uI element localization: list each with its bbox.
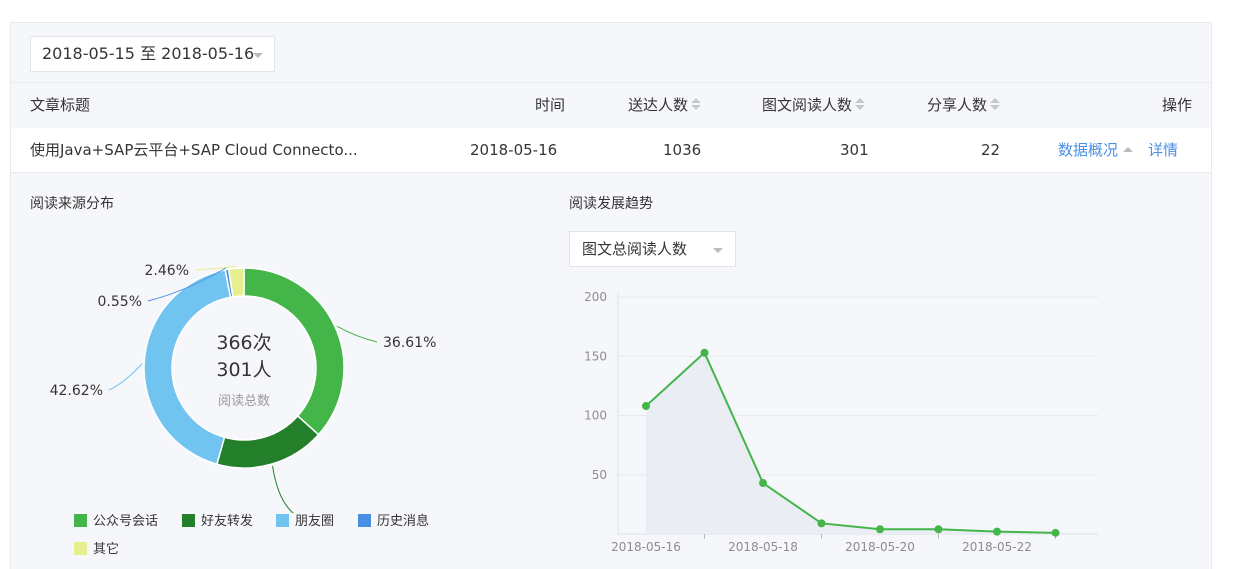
x-tick-label: 2018-05-16: [611, 540, 681, 554]
article-shares: 22: [981, 141, 1001, 159]
sort-icon[interactable]: [691, 98, 702, 111]
legend-label: 朋友圈: [295, 514, 335, 529]
legend-label: 历史消息: [377, 514, 430, 529]
y-tick-label: 150: [584, 349, 607, 363]
trend-point[interactable]: [817, 519, 826, 528]
date-range-value: 2018-05-15 至 2018-05-16: [42, 44, 255, 63]
legend-label: 其它: [93, 542, 120, 557]
donut-leader-line: [108, 363, 143, 391]
data-overview-label: 数据概况: [1058, 141, 1119, 159]
sort-icon[interactable]: [855, 98, 866, 111]
x-tick-label: 2018-05-22: [962, 540, 1032, 554]
donut-slice: [215, 414, 320, 469]
trend-point[interactable]: [759, 479, 767, 488]
table-row: 使用Java+SAP云平台+SAP Cloud Connecto... 2018…: [11, 128, 1211, 173]
trend-metric-value: 图文总阅读人数: [582, 240, 688, 258]
trend-point[interactable]: [700, 348, 709, 357]
donut-center-people: 301人: [216, 359, 271, 381]
read-source-title: 阅读来源分布: [30, 196, 114, 212]
donut-leader-line: [272, 465, 294, 513]
article-analytics-panel: 2018-05-15 至 2018-05-16 文章标题 时间 送达人数 图文阅…: [10, 22, 1212, 569]
donut-value-label: 36.61%: [383, 335, 436, 351]
article-title: 使用Java+SAP云平台+SAP Cloud Connecto...: [30, 141, 358, 159]
column-delivered-label: 送达人数: [628, 96, 689, 114]
column-title: 文章标题: [30, 96, 91, 114]
legend-label: 公众号会话: [93, 514, 159, 529]
column-time: 时间: [535, 96, 566, 114]
trend-point[interactable]: [934, 525, 943, 534]
trend-point[interactable]: [993, 527, 1001, 536]
legend-swatch: [182, 514, 195, 527]
legend-label: 好友转发: [201, 514, 254, 529]
y-tick-label: 50: [592, 468, 607, 482]
read-source-donut-chart: 36.61%17.76%42.62%0.55%2.46% 366次 301人 阅…: [50, 263, 436, 513]
x-tick-label: 2018-05-18: [728, 540, 798, 554]
column-delivered[interactable]: 送达人数: [628, 83, 702, 128]
legend-swatch: [358, 514, 371, 527]
legend-swatch: [74, 542, 87, 555]
read-trend-line-chart: 200 150 100 50 2018-05-16 2018-05-18 2018-05-2…: [584, 290, 1098, 554]
legend-swatch: [276, 514, 289, 527]
donut-value-label: 2.46%: [145, 263, 189, 279]
donut-value-label: 0.55%: [98, 294, 142, 310]
trend-point[interactable]: [876, 525, 884, 534]
data-overview-link[interactable]: 数据概况: [1058, 128, 1134, 172]
y-tick-label: 100: [584, 409, 607, 423]
legend-item[interactable]: 其它: [74, 541, 119, 559]
chevron-down-icon: [253, 53, 263, 58]
legend-swatch: [74, 514, 87, 527]
legend-item[interactable]: 朋友圈: [276, 513, 334, 531]
article-delivered: 1036: [663, 141, 702, 159]
y-tick-label: 200: [584, 290, 607, 304]
chevron-up-icon: [1123, 147, 1134, 152]
legend-item[interactable]: 公众号会话: [74, 513, 158, 531]
chevron-down-icon: [713, 248, 723, 253]
legend-item[interactable]: 历史消息: [358, 513, 429, 531]
article-readers: 301: [840, 141, 869, 159]
date-range-select[interactable]: 2018-05-15 至 2018-05-16: [30, 36, 275, 72]
x-tick-label: 2018-05-20: [845, 540, 915, 554]
read-trend-title: 阅读发展趋势: [569, 196, 653, 212]
trend-area: [646, 352, 1056, 534]
trend-point[interactable]: [1051, 528, 1060, 537]
column-readers[interactable]: 图文阅读人数: [762, 83, 866, 128]
donut-leader-line: [336, 325, 378, 343]
column-shares-label: 分享人数: [927, 96, 988, 114]
detail-link[interactable]: 详情: [1148, 128, 1178, 172]
column-shares[interactable]: 分享人数: [927, 83, 1001, 128]
column-actions: 操作: [1162, 96, 1193, 114]
trend-metric-select[interactable]: 图文总阅读人数: [569, 231, 736, 267]
legend-item[interactable]: 好友转发: [182, 513, 253, 531]
sort-icon[interactable]: [990, 98, 1001, 111]
donut-center-caption: 阅读总数: [218, 394, 270, 409]
donut-center-count: 366次: [216, 332, 271, 354]
table-header: 文章标题 时间 送达人数 图文阅读人数 分享人数 操作: [11, 82, 1211, 129]
trend-point[interactable]: [642, 402, 650, 411]
article-time: 2018-05-16: [470, 141, 558, 159]
column-readers-label: 图文阅读人数: [762, 96, 853, 114]
donut-value-label: 42.62%: [50, 383, 103, 399]
